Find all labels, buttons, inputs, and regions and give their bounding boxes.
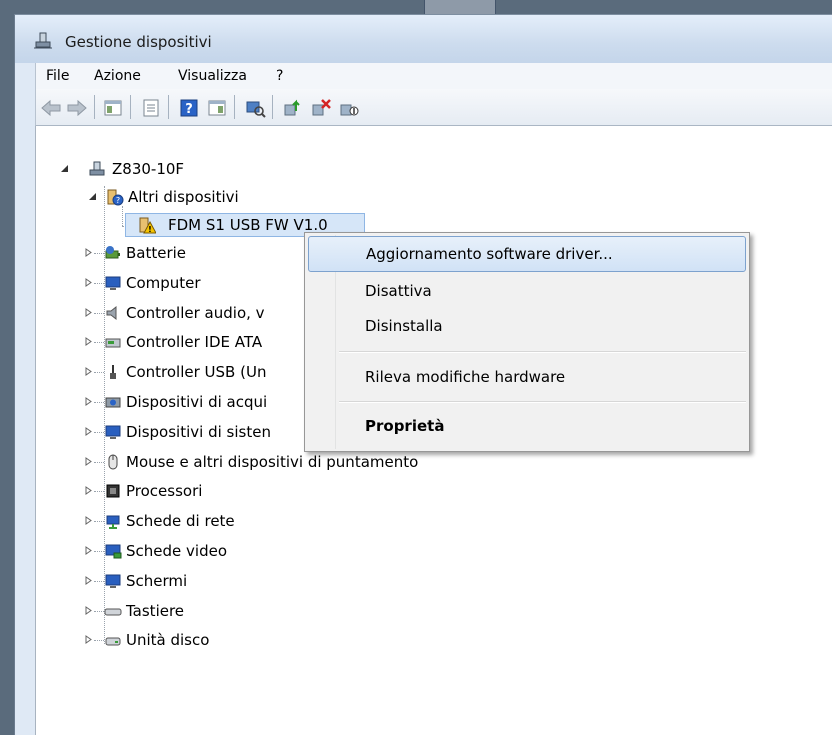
tree-root[interactable]: Z830-10F: [60, 158, 260, 180]
expand-arrow-icon[interactable]: [84, 516, 93, 526]
speaker-icon: [106, 305, 117, 320]
uninstall-icon[interactable]: [310, 97, 332, 119]
disable-icon[interactable]: [338, 97, 360, 119]
forward-arrow-icon[interactable]: [66, 97, 88, 119]
context-menu: Aggiornamento software driver... Disatti…: [304, 232, 750, 452]
tree-item-mouse[interactable]: Mouse e altri dispositivi di puntamento: [84, 451, 524, 473]
battery-icon: [105, 246, 120, 259]
tree-item-processor[interactable]: Processori: [84, 480, 524, 502]
mouse-icon: [108, 454, 118, 470]
tree-item-monitor[interactable]: Schermi: [84, 570, 524, 592]
expand-arrow-icon[interactable]: [84, 456, 93, 466]
ide-controller-icon: [105, 338, 121, 348]
keyboard-icon: [104, 608, 122, 616]
expand-arrow-icon[interactable]: [84, 397, 93, 406]
menu-bar: File Azione Visualizza ?: [35, 63, 832, 89]
menu-file[interactable]: File: [44, 68, 71, 84]
ctx-separator: [339, 351, 746, 353]
tree-item-keyboard[interactable]: Tastiere: [84, 600, 524, 622]
disk-drive-icon: [105, 637, 121, 646]
tree-root-label: Z830-10F: [112, 160, 185, 178]
svg-text:?: ?: [116, 196, 120, 205]
menu-azione[interactable]: Azione: [92, 68, 143, 84]
expand-arrow-icon[interactable]: [84, 337, 93, 347]
expand-arrow-icon[interactable]: [84, 277, 93, 287]
window-title: Gestione dispositivi: [65, 33, 212, 51]
update-driver-icon[interactable]: [282, 97, 304, 119]
toolbar: ?: [35, 89, 832, 126]
expand-arrow-icon[interactable]: [84, 486, 93, 496]
action-pane-icon[interactable]: [206, 97, 228, 119]
system-device-icon: [105, 425, 121, 439]
background-window-tab: [424, 0, 496, 15]
expand-arrow-icon[interactable]: [84, 546, 93, 555]
title-bar[interactable]: Gestione dispositivi: [15, 15, 832, 63]
ctx-scan-hardware[interactable]: Rileva modifiche hardware: [308, 360, 744, 394]
ctx-properties[interactable]: Proprietà: [308, 409, 744, 443]
camera-icon: [105, 397, 121, 408]
expand-arrow-icon[interactable]: [84, 605, 93, 615]
background-edge-mark: [0, 368, 4, 384]
expand-arrow-icon[interactable]: [84, 635, 93, 645]
properties-icon[interactable]: [140, 97, 162, 119]
usb-icon: [110, 365, 116, 380]
tree-item-network[interactable]: Schede di rete: [84, 510, 524, 532]
ctx-separator: [339, 401, 746, 403]
svg-text:?: ?: [185, 102, 193, 117]
back-arrow-icon[interactable]: [40, 97, 62, 119]
menu-help[interactable]: ?: [274, 68, 285, 84]
ctx-update-driver[interactable]: Aggiornamento software driver...: [308, 236, 746, 272]
display-adapter-icon: [105, 544, 122, 559]
network-icon: [106, 515, 120, 530]
console-tree-icon[interactable]: [102, 97, 124, 119]
expand-arrow-icon[interactable]: [84, 426, 93, 436]
device-manager-icon: [34, 32, 52, 49]
expand-arrow-icon[interactable]: [84, 307, 93, 317]
tree-item-display-adapter[interactable]: Schede video: [84, 540, 524, 562]
computer-root-icon: [89, 161, 105, 176]
monitor-icon: [105, 574, 121, 588]
warning-device-icon: !: [139, 217, 156, 234]
expand-arrow-icon[interactable]: [84, 575, 93, 585]
collapse-arrow-icon[interactable]: [60, 164, 69, 173]
svg-text:!: !: [148, 225, 152, 234]
unknown-device-icon: ?: [107, 189, 124, 206]
tree-item-disk-drive[interactable]: Unità disco: [84, 629, 524, 651]
expand-arrow-icon[interactable]: [84, 248, 93, 257]
help-icon[interactable]: ?: [178, 97, 200, 119]
collapse-arrow-icon[interactable]: [88, 192, 97, 201]
computer-icon: [105, 276, 121, 290]
menu-visualizza[interactable]: Visualizza: [176, 68, 249, 84]
scan-hardware-icon[interactable]: [244, 97, 266, 119]
processor-icon: [106, 484, 120, 498]
expand-arrow-icon[interactable]: [84, 367, 93, 377]
ctx-disable[interactable]: Disattiva: [308, 274, 744, 308]
tree-item-altri-dispositivi[interactable]: ? Altri dispositivi: [88, 186, 328, 208]
ctx-uninstall[interactable]: Disinstalla: [308, 309, 744, 343]
